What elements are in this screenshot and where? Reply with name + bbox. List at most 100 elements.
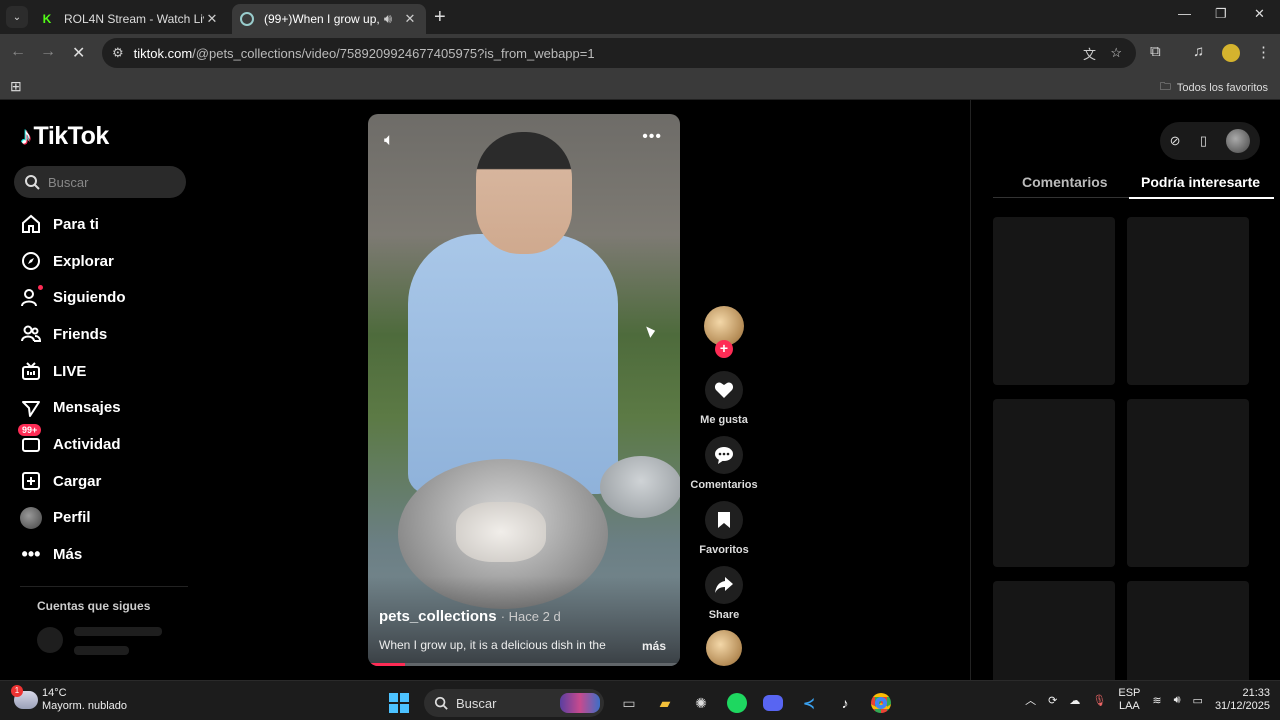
spotify-icon[interactable] xyxy=(726,692,748,714)
media-control-icon[interactable]: ♫ xyxy=(1193,43,1204,60)
weather-temp: 14°C xyxy=(42,687,67,699)
recommendation-placeholder[interactable] xyxy=(1127,217,1249,385)
sidebar-item-mensajes[interactable]: Mensajes xyxy=(20,389,220,426)
sidebar-item-friends[interactable]: Friends xyxy=(20,316,220,353)
sidebar-item-para-ti[interactable]: Para ti xyxy=(20,206,220,243)
menu-icon[interactable]: ⋮ xyxy=(1256,43,1271,61)
user-avatar[interactable] xyxy=(1226,129,1251,153)
device-icon[interactable]: ▯ xyxy=(1200,133,1207,149)
forward-button[interactable]: → xyxy=(40,43,56,61)
live-icon xyxy=(20,360,42,382)
recommendation-placeholder[interactable] xyxy=(993,399,1115,567)
tab-tiktok-video[interactable]: (99+)When I grow up, it is a 🔊︎ ✕ xyxy=(232,4,426,34)
sidebar-nav: Para ti Explorar Siguiendo Friends LIVE … xyxy=(18,206,220,573)
taskbar-search[interactable]: Buscar xyxy=(424,689,604,717)
close-tab-icon[interactable]: ✕ xyxy=(204,11,220,27)
cloud-off-icon[interactable]: ☁ xyxy=(1069,694,1080,707)
profile-avatar[interactable] xyxy=(1222,44,1240,62)
lang-top: ESP xyxy=(1118,687,1141,699)
translate-icon[interactable]: 文 xyxy=(1083,44,1096,63)
video-author[interactable]: pets_collections · Hace 2 d xyxy=(379,608,561,625)
sidebar-item-perfil[interactable]: Perfil xyxy=(20,500,220,537)
music-disc-avatar xyxy=(706,630,742,666)
discord-icon[interactable] xyxy=(762,692,784,714)
share-button[interactable]: Share xyxy=(692,566,756,621)
sidebar-item-cargar[interactable]: Cargar xyxy=(20,463,220,500)
wifi-icon[interactable]: ≋ xyxy=(1152,694,1161,707)
compass-icon[interactable]: ⊘ xyxy=(1170,133,1181,149)
sidebar-item-label: Explorar xyxy=(53,252,114,270)
all-bookmarks-folder[interactable]: 🗀︎ Todos los favoritos xyxy=(1160,78,1268,97)
weather-badge: 1 xyxy=(11,685,23,697)
windows-start-icon[interactable] xyxy=(388,692,410,714)
close-window-button[interactable]: ✕ xyxy=(1254,6,1265,22)
comments-button[interactable]: Comentarios xyxy=(690,436,758,491)
like-circle xyxy=(705,371,743,409)
sidebar-item-actividad[interactable]: 99+ Actividad xyxy=(18,424,220,463)
friends-icon xyxy=(20,323,42,345)
sidebar-item-live[interactable]: LIVE xyxy=(20,353,220,390)
upload-icon xyxy=(20,470,42,492)
favorites-button[interactable]: Favoritos xyxy=(692,501,756,556)
file-explorer-icon[interactable]: ▰ xyxy=(654,692,676,714)
author-username: pets_collections xyxy=(379,608,497,625)
music-disc-button[interactable] xyxy=(692,630,756,666)
back-button[interactable]: ← xyxy=(10,43,26,61)
author-avatar: + xyxy=(704,306,744,358)
video-frame-figure xyxy=(408,234,618,494)
minimize-button[interactable]: — xyxy=(1178,6,1191,21)
address-bar[interactable]: ⚙︎ tiktok.com/@pets_collections/video/75… xyxy=(102,38,1136,68)
tab-kick-stream[interactable]: K ROL4N Stream - Watch Live on ✕ xyxy=(32,4,228,34)
bookmark-icon xyxy=(718,512,730,528)
stop-loading-button[interactable]: ✕ xyxy=(72,43,85,63)
sync-icon[interactable]: ⟳ xyxy=(1048,694,1057,707)
taskbar-search-label: Buscar xyxy=(456,695,497,711)
extensions-icon[interactable]: ⧉ xyxy=(1150,43,1161,60)
recommendation-placeholder[interactable] xyxy=(1127,581,1249,680)
folder-icon: 🗀︎ xyxy=(1159,81,1171,93)
sidebar-item-mas[interactable]: ••• Más xyxy=(20,536,220,573)
apps-grid-icon[interactable]: ⊞ xyxy=(10,78,22,95)
search-input[interactable]: Buscar xyxy=(14,166,186,198)
restore-button[interactable]: ❐ xyxy=(1215,6,1227,22)
video-player[interactable]: 🔈︎ ••• pets_collections · Hace 2 d When … xyxy=(368,114,680,666)
sidebar-item-siguiendo[interactable]: Siguiendo xyxy=(20,279,220,316)
chrome-icon[interactable] xyxy=(870,692,892,714)
chevron-up-icon[interactable]: ︿ xyxy=(1025,692,1036,708)
sidebar-item-label: Mensajes xyxy=(53,399,121,417)
battery-icon[interactable]: ▭ xyxy=(1193,694,1203,707)
tab-comentarios[interactable]: Comentarios xyxy=(1022,174,1108,190)
task-view-icon[interactable]: ▭ xyxy=(618,692,640,714)
clock-date: 31/12/2025 xyxy=(1214,700,1270,712)
volume-icon[interactable]: 🔈︎ xyxy=(384,130,394,150)
weather-widget[interactable]: 1 14°C Mayorm. nublado xyxy=(11,685,127,713)
video-progress-bar[interactable] xyxy=(368,663,680,666)
chatgpt-icon[interactable]: ✺ xyxy=(690,692,712,714)
url-path: /@pets_collections/video/758920992467740… xyxy=(192,45,595,61)
microphone-icon[interactable]: 🎙︎ xyxy=(1092,694,1106,707)
author-avatar-button[interactable]: + xyxy=(692,306,756,358)
tab-podria-interesarte[interactable]: Podría interesarte xyxy=(1128,174,1275,199)
new-tab-button[interactable]: + xyxy=(434,6,446,29)
more-description-button[interactable]: más xyxy=(642,639,666,653)
recommendation-placeholder[interactable] xyxy=(993,217,1115,385)
skeleton-avatar xyxy=(37,627,63,653)
clock[interactable]: 21:33 31/12/2025 xyxy=(1215,687,1270,713)
recommendation-placeholder[interactable] xyxy=(1127,399,1249,567)
bookmark-star-icon[interactable]: ☆ xyxy=(1110,45,1122,61)
more-options-icon[interactable]: ••• xyxy=(642,128,662,146)
volume-icon[interactable]: 🔊︎ xyxy=(1174,694,1181,707)
tiktok-app-icon[interactable]: ♪ xyxy=(834,692,856,714)
tab-search-button[interactable]: ⌄ xyxy=(6,6,28,28)
site-info-icon[interactable]: ⚙︎ xyxy=(112,45,124,61)
sidebar-item-label: Más xyxy=(53,546,83,564)
language-indicator[interactable]: ESP LAA xyxy=(1118,687,1140,713)
sidebar-item-explorar[interactable]: Explorar xyxy=(20,243,220,280)
tiktok-logo[interactable]: ♪ TikTok xyxy=(20,122,109,151)
close-tab-icon[interactable]: ✕ xyxy=(402,11,418,27)
recommendation-placeholder[interactable] xyxy=(993,581,1115,680)
vscode-icon[interactable]: ≺ xyxy=(798,692,820,714)
like-button[interactable]: Me gusta xyxy=(692,371,756,426)
follow-plus-icon[interactable]: + xyxy=(715,340,733,358)
speaker-icon[interactable]: 🔊︎ xyxy=(380,11,396,27)
